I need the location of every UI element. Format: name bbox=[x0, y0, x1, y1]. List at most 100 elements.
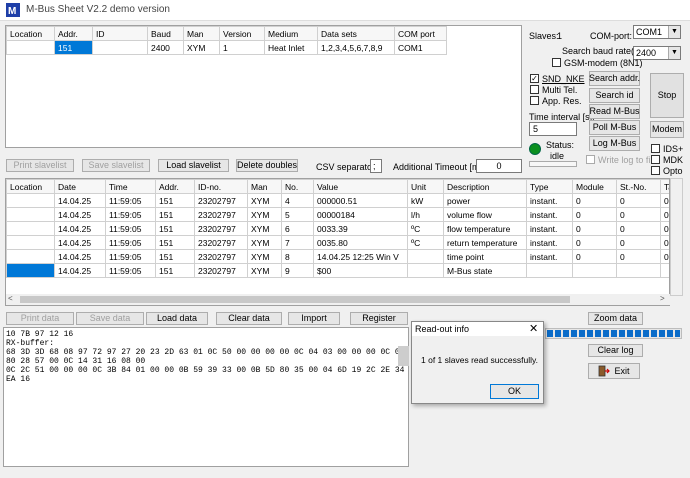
table-row[interactable]: 14.04.25 11:59:05 151 23202797 XYM 8 14.04.25 … bbox=[6, 249, 669, 264]
table-cell: 151 bbox=[155, 207, 195, 222]
table-cell: 11:59:05 bbox=[105, 235, 156, 250]
ok-button[interactable]: OK bbox=[490, 384, 539, 399]
table-row[interactable]: 14.04.25 11:59:05 151 23202797 XYM 7 0035.80 ºC… bbox=[6, 235, 669, 250]
table-row[interactable]: 14.04.25 11:59:05 151 23202797 XYM 4 000000.51… bbox=[6, 193, 669, 208]
clear-data-button[interactable]: Clear data bbox=[216, 312, 282, 325]
com-port-label: COM-port: bbox=[590, 31, 633, 41]
table-cell: M-Bus state bbox=[443, 263, 527, 278]
timeout-input[interactable]: 0 bbox=[476, 159, 522, 173]
app-res-checkbox[interactable] bbox=[530, 96, 539, 105]
table-cell: 14.04.25 12:25 Win V bbox=[313, 249, 408, 264]
svg-text:M: M bbox=[8, 6, 16, 17]
table-cell: 151 bbox=[54, 40, 93, 55]
table-cell: 2400 bbox=[147, 40, 184, 55]
log-line: 10 7B 97 12 16 bbox=[6, 330, 74, 339]
data-grid[interactable]: Location Date Time Addr. ID-no. Man No. Value Un… bbox=[5, 178, 670, 306]
table-row[interactable]: 14.04.25 11:59:05 151 23202797 XYM 9 $00 M-Bus … bbox=[6, 263, 669, 278]
log-mbus-button[interactable]: Log M-Bus bbox=[589, 136, 640, 151]
table-cell: XYM bbox=[247, 221, 282, 236]
column-header: Medium bbox=[264, 26, 318, 41]
com-port-select[interactable]: COM1 ▼ bbox=[633, 25, 681, 39]
scroll-thumb[interactable] bbox=[20, 296, 570, 303]
table-cell: instant. bbox=[526, 193, 573, 208]
table-cell: COM1 bbox=[394, 40, 447, 55]
status-label: Status: bbox=[546, 140, 575, 150]
column-header: Type bbox=[526, 179, 573, 194]
table-cell: kW bbox=[407, 193, 444, 208]
table-cell: 0 bbox=[616, 249, 661, 264]
data-horizontal-scrollbar[interactable]: < > bbox=[6, 294, 670, 305]
table-cell: instant. bbox=[526, 249, 573, 264]
slaves-count: 1 bbox=[557, 31, 563, 41]
search-id-button[interactable]: Search id bbox=[589, 88, 640, 103]
table-cell: 4 bbox=[281, 193, 314, 208]
app-res-label: App. Res. bbox=[542, 96, 582, 106]
import-button[interactable]: Import bbox=[288, 312, 340, 325]
ids-checkbox[interactable] bbox=[651, 144, 660, 153]
table-cell: ºC bbox=[407, 221, 444, 236]
scroll-right-icon[interactable]: > bbox=[660, 294, 665, 303]
table-cell: 0 bbox=[660, 249, 669, 264]
read-out-dialog: Read-out info ✕ 1 of 1 slaves read succe… bbox=[411, 321, 544, 404]
exit-button[interactable]: Exit bbox=[588, 363, 640, 379]
table-cell: 0 bbox=[660, 235, 669, 250]
timeout-label: Additional Timeout [ms]: bbox=[393, 162, 490, 172]
clear-log-button[interactable]: Clear log bbox=[588, 344, 643, 357]
data-vertical-scrollbar[interactable] bbox=[670, 178, 683, 296]
table-cell: 0 bbox=[660, 207, 669, 222]
table-cell: 6 bbox=[281, 221, 314, 236]
save-slavelist-button[interactable]: Save slavelist bbox=[82, 159, 150, 172]
table-cell: 0 bbox=[572, 221, 617, 236]
scroll-left-icon[interactable]: < bbox=[8, 294, 13, 303]
column-header: Man bbox=[183, 26, 220, 41]
table-row[interactable]: 14.04.25 11:59:05 151 23202797 XYM 6 0033.39 ºC… bbox=[6, 221, 669, 236]
print-slavelist-button[interactable]: Print slavelist bbox=[6, 159, 74, 172]
print-data-button[interactable]: Print data bbox=[6, 312, 74, 325]
zoom-data-button[interactable]: Zoom data bbox=[588, 312, 643, 325]
delete-doubles-button[interactable]: Delete doubles bbox=[236, 159, 298, 172]
close-icon[interactable]: ✕ bbox=[529, 322, 538, 335]
table-cell: 151 bbox=[155, 249, 195, 264]
load-slavelist-button[interactable]: Load slavelist bbox=[158, 159, 229, 172]
table-cell: 0 bbox=[572, 207, 617, 222]
multi-tel-checkbox[interactable] bbox=[530, 85, 539, 94]
snd-nke-checkbox[interactable]: ✓ bbox=[530, 74, 539, 83]
modem-button[interactable]: Modem bbox=[650, 121, 684, 138]
time-interval-input[interactable]: 5 bbox=[529, 122, 577, 136]
gsm-modem-label: GSM-modem (8N1) bbox=[564, 58, 643, 68]
gsm-modem-checkbox[interactable] bbox=[552, 58, 561, 67]
table-cell: 1,2,3,4,5,6,7,8,9 bbox=[317, 40, 395, 55]
table-cell: 0 bbox=[572, 235, 617, 250]
log-scrollbar[interactable] bbox=[398, 346, 409, 366]
column-header: Time bbox=[105, 179, 156, 194]
table-cell: 0 bbox=[616, 221, 661, 236]
write-log-checkbox[interactable] bbox=[586, 155, 595, 164]
table-cell: 14.04.25 bbox=[54, 193, 106, 208]
table-cell: 0033.39 bbox=[313, 221, 408, 236]
table-cell: 14.04.25 bbox=[54, 207, 106, 222]
table-cell: XYM bbox=[247, 249, 282, 264]
save-data-button[interactable]: Save data bbox=[76, 312, 144, 325]
table-row[interactable]: 151 2400 XYM 1 Heat Inlet 1,2,3,4,5,6,7,8,9 CO… bbox=[6, 40, 447, 55]
table-cell: instant. bbox=[526, 221, 573, 236]
load-data-button[interactable]: Load data bbox=[146, 312, 208, 325]
read-mbus-button[interactable]: Read M-Bus bbox=[589, 104, 640, 119]
poll-mbus-button[interactable]: Poll M-Bus bbox=[589, 120, 640, 135]
title-bar: M M-Bus Sheet V2.2 demo version bbox=[0, 0, 690, 21]
search-addr-button[interactable]: Search addr. bbox=[589, 71, 640, 86]
stop-button[interactable]: Stop bbox=[650, 73, 684, 118]
search-baud-label: Search baud rate(s): bbox=[562, 46, 645, 56]
table-cell: 1 bbox=[219, 40, 265, 55]
hex-log[interactable]: 10 7B 97 12 16 RX-buffer: 68 3D 3D 68 08 9… bbox=[3, 327, 409, 467]
table-cell bbox=[526, 263, 573, 278]
opto-checkbox[interactable] bbox=[651, 166, 660, 175]
table-cell bbox=[6, 235, 55, 250]
table-cell: 23202797 bbox=[194, 193, 248, 208]
register-button[interactable]: Register bbox=[350, 312, 408, 325]
csv-separator-input[interactable]: ; bbox=[370, 159, 382, 173]
slaves-grid[interactable]: Location Addr. ID Baud Man Version Medium Data … bbox=[5, 25, 522, 148]
mdk-checkbox[interactable] bbox=[651, 155, 660, 164]
table-cell: 0 bbox=[660, 193, 669, 208]
table-cell: XYM bbox=[247, 193, 282, 208]
table-row[interactable]: 14.04.25 11:59:05 151 23202797 XYM 5 00000184 l… bbox=[6, 207, 669, 222]
